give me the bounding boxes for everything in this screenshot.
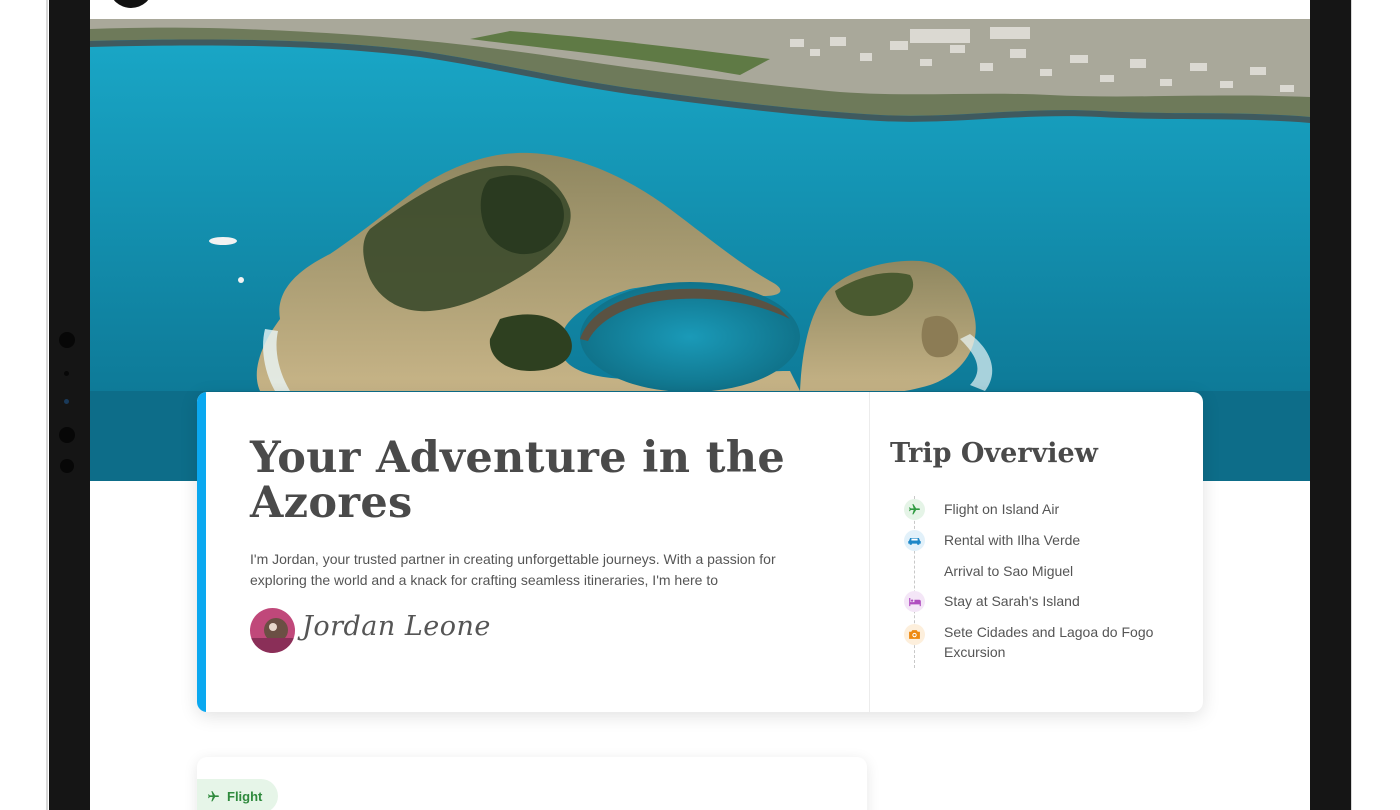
bezel-button-dot — [60, 459, 74, 473]
car-icon — [904, 530, 925, 551]
trip-overview-panel: Trip Overview Flight on Island Air Renta… — [870, 392, 1203, 712]
plane-icon — [208, 790, 219, 801]
bezel-indicator-dot — [64, 399, 69, 404]
overview-item-label: Rental with Ilha Verde — [944, 532, 1081, 548]
agent-photo — [250, 608, 295, 653]
overview-title: Trip Overview — [890, 438, 1098, 469]
overview-item-label: Arrival to Sao Miguel — [944, 563, 1074, 579]
profile-avatar[interactable] — [110, 0, 152, 8]
overview-item-arrival[interactable]: Arrival to Sao Miguel — [904, 561, 1154, 582]
accent-bar — [197, 392, 206, 712]
overview-item-label: Stay at Sarah's Island — [944, 593, 1080, 609]
flight-section-card: Flight — [197, 757, 867, 810]
intro-panel: Your Adventure in the Azores I'm Jordan,… — [206, 392, 869, 712]
overview-item-rental[interactable]: Rental with Ilha Verde — [904, 530, 1154, 551]
intro-paragraph: I'm Jordan, your trusted partner in crea… — [250, 551, 776, 588]
overview-item-excursion[interactable]: Sete Cidades and Lagoa do Fogo Excursion — [904, 622, 1154, 662]
bezel-button-dot — [59, 427, 75, 443]
bezel-camera-dot — [59, 332, 75, 348]
page-title: Your Adventure in the Azores — [250, 433, 786, 528]
overview-item-label: Flight on Island Air — [944, 501, 1060, 517]
flight-badge-label: Flight — [227, 788, 263, 804]
flight-badge[interactable]: Flight — [197, 779, 278, 810]
itinerary-card: Your Adventure in the Azores I'm Jordan,… — [197, 392, 1203, 712]
agent-avatar[interactable] — [250, 608, 295, 653]
overview-item-stay[interactable]: Stay at Sarah's Island — [904, 591, 1154, 612]
agent-signature: Jordan Leone — [302, 611, 491, 642]
timeline-marker — [904, 561, 925, 582]
plane-icon — [904, 499, 925, 520]
camera-icon — [904, 624, 925, 645]
top-bar — [90, 0, 1310, 19]
overview-item-label: Sete Cidades and Lagoa do Fogo Excursion — [944, 624, 1154, 660]
bezel-sensor-dot — [64, 371, 69, 376]
overview-item-flight[interactable]: Flight on Island Air — [904, 499, 1154, 520]
app-screen: Your Adventure in the Azores I'm Jordan,… — [90, 0, 1310, 810]
bed-icon — [904, 591, 925, 612]
